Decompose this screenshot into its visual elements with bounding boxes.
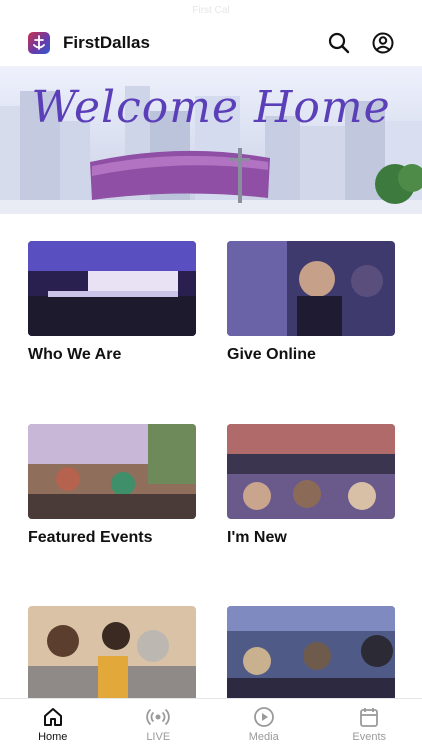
card-im-new[interactable]: I'm New <box>227 424 395 547</box>
card-featured-events[interactable]: Featured Events <box>28 424 196 547</box>
card-image <box>227 241 395 336</box>
card-image <box>28 424 196 519</box>
card-fellowship[interactable] <box>28 606 196 701</box>
bottom-tab-bar: Home LIVE Media Events <box>0 698 422 750</box>
play-icon <box>253 707 274 727</box>
app-brand-name: FirstDallas <box>63 33 150 52</box>
card-image <box>28 241 196 336</box>
tab-label: Events <box>352 731 387 743</box>
home-icon <box>43 708 62 726</box>
tab-label: LIVE <box>146 731 171 743</box>
card-label: Who We Are <box>28 346 122 363</box>
app-header: FirstDallas <box>0 22 422 66</box>
card-image <box>227 424 395 519</box>
tab-label: Media <box>248 731 279 743</box>
tab-media[interactable]: Media <box>211 699 317 750</box>
card-worship[interactable] <box>227 606 395 701</box>
card-who-we-are[interactable]: Who We Are <box>28 241 196 364</box>
tab-events[interactable]: Events <box>317 699 422 750</box>
hero-banner: Welcome Home <box>0 66 422 214</box>
status-bar: First Cal <box>192 5 230 16</box>
cross-anchor-icon <box>33 35 45 50</box>
calendar-icon <box>360 708 379 727</box>
card-image <box>227 606 395 701</box>
search-icon[interactable] <box>327 31 351 55</box>
card-label: Featured Events <box>28 529 153 546</box>
card-label: Give Online <box>227 346 316 363</box>
church-logo <box>28 32 50 54</box>
tab-home[interactable]: Home <box>0 699 106 750</box>
hero-title: Welcome Home <box>31 82 391 133</box>
card-label: I'm New <box>227 529 287 546</box>
card-image <box>28 606 196 701</box>
tab-label: Home <box>38 731 68 743</box>
tab-live[interactable]: LIVE <box>106 699 212 750</box>
live-broadcast-icon <box>146 708 170 726</box>
card-give-online[interactable]: Give Online <box>227 241 395 364</box>
profile-icon[interactable] <box>371 31 395 55</box>
